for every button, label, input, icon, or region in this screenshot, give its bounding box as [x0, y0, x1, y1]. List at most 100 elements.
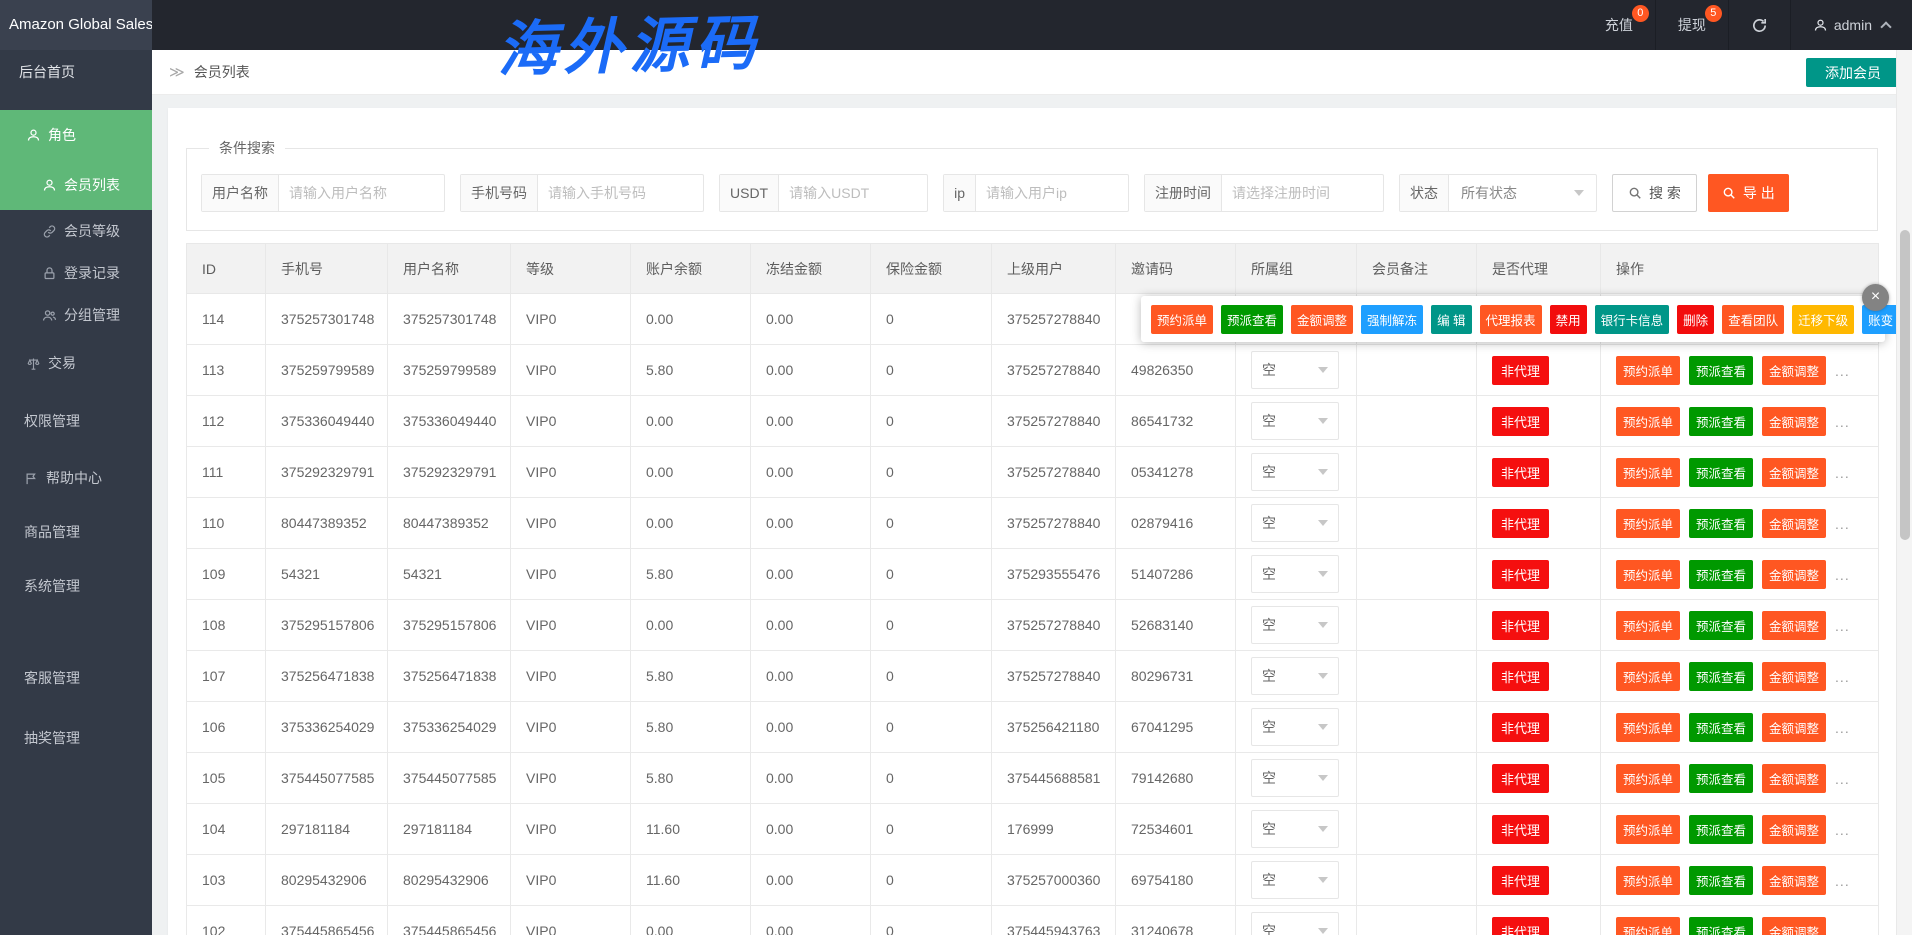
usdt-input[interactable] [779, 175, 927, 211]
sidebar-item-member-list[interactable]: 会员列表 [0, 160, 152, 210]
row-action-button[interactable]: 金额调整 [1762, 662, 1826, 691]
row-action-button[interactable]: 金额调整 [1762, 458, 1826, 487]
row-action-button[interactable]: 金额调整 [1762, 407, 1826, 436]
row-action-button[interactable]: 预约派单 [1616, 356, 1680, 385]
group-select[interactable]: 空 [1251, 657, 1339, 695]
row-action-button[interactable]: 预派查看 [1689, 407, 1753, 436]
username-input[interactable] [279, 175, 444, 211]
row-action-button[interactable]: 金额调整 [1762, 815, 1826, 844]
sidebar-item-customer-service[interactable]: 客服管理 [0, 657, 152, 699]
row-action-button[interactable]: 预派查看 [1689, 356, 1753, 385]
row-action-button[interactable]: 金额调整 [1762, 560, 1826, 589]
export-button[interactable]: 导 出 [1708, 174, 1789, 212]
more-actions-trigger[interactable]: ... [1835, 822, 1850, 838]
row-action-button[interactable]: 预派查看 [1689, 560, 1753, 589]
row-action-button[interactable]: 预派查看 [1689, 509, 1753, 538]
phone-input[interactable] [538, 175, 703, 211]
row-action-button[interactable]: 预约派单 [1616, 407, 1680, 436]
sidebar-item-lottery[interactable]: 抽奖管理 [0, 717, 152, 759]
group-select[interactable]: 空 [1251, 708, 1339, 746]
withdraw-menu[interactable]: 提现 5 [1655, 0, 1728, 50]
row-action-button[interactable]: 金额调整 [1762, 917, 1826, 935]
sidebar-item-system[interactable]: 系统管理 [0, 565, 152, 607]
more-actions-trigger[interactable]: ... [1835, 720, 1850, 736]
sidebar-item-help-center[interactable]: 帮助中心 [0, 457, 152, 499]
row-action-button[interactable]: 预约派单 [1616, 815, 1680, 844]
row-action-button[interactable]: 预派查看 [1689, 713, 1753, 742]
group-select[interactable]: 空 [1251, 810, 1339, 848]
row-action-button[interactable]: 预派查看 [1689, 611, 1753, 640]
row-action-button[interactable]: 预派查看 [1689, 917, 1753, 935]
scrollbar-thumb[interactable] [1900, 230, 1910, 540]
sidebar-item-transactions[interactable]: 交易 [0, 342, 152, 384]
row-action-button[interactable]: 金额调整 [1762, 713, 1826, 742]
sidebar-item-products[interactable]: 商品管理 [0, 511, 152, 553]
popup-action-button[interactable]: 删除 [1677, 305, 1714, 334]
more-actions-trigger[interactable]: ... [1835, 618, 1850, 634]
ip-input[interactable] [976, 175, 1128, 211]
refresh-button[interactable] [1728, 0, 1790, 50]
popup-action-button[interactable]: 金额调整 [1291, 305, 1353, 334]
popup-action-button[interactable]: 强制解冻 [1361, 305, 1423, 334]
group-select[interactable]: 空 [1251, 402, 1339, 440]
sidebar-item-group-management[interactable]: 分组管理 [0, 294, 152, 336]
more-actions-trigger[interactable]: ... [1835, 924, 1850, 935]
popup-action-button[interactable]: 银行卡信息 [1595, 305, 1670, 334]
group-select[interactable]: 空 [1251, 759, 1339, 797]
admin-menu[interactable]: admin [1790, 0, 1912, 50]
sidebar-item-dashboard[interactable]: 后台首页 [0, 50, 152, 95]
more-actions-trigger[interactable]: ... [1835, 414, 1850, 430]
more-actions-trigger[interactable]: ... [1835, 771, 1850, 787]
more-actions-trigger[interactable]: ... [1835, 669, 1850, 685]
row-action-button[interactable]: 预约派单 [1616, 560, 1680, 589]
row-action-button[interactable]: 预约派单 [1616, 713, 1680, 742]
row-action-button[interactable]: 预约派单 [1616, 662, 1680, 691]
row-action-button[interactable]: 预约派单 [1616, 611, 1680, 640]
group-select[interactable]: 空 [1251, 351, 1339, 389]
row-action-button[interactable]: 预派查看 [1689, 458, 1753, 487]
close-icon[interactable]: × [1862, 284, 1889, 311]
row-action-button[interactable]: 预约派单 [1616, 764, 1680, 793]
more-actions-trigger[interactable]: ... [1835, 567, 1850, 583]
popup-action-button[interactable]: 预派查看 [1221, 305, 1283, 334]
group-select[interactable]: 空 [1251, 606, 1339, 644]
status-filter[interactable]: 状态 所有状态 [1399, 174, 1597, 212]
row-action-button[interactable]: 金额调整 [1762, 764, 1826, 793]
row-action-button[interactable]: 预派查看 [1689, 815, 1753, 844]
more-actions-trigger[interactable]: ... [1835, 465, 1850, 481]
row-action-button[interactable]: 金额调整 [1762, 611, 1826, 640]
group-select[interactable]: 空 [1251, 912, 1339, 935]
group-select[interactable]: 空 [1251, 453, 1339, 491]
row-action-button[interactable]: 预派查看 [1689, 866, 1753, 895]
regtime-input[interactable] [1222, 175, 1383, 211]
add-member-button[interactable]: 添加会员 [1806, 58, 1900, 87]
search-button[interactable]: 搜 索 [1612, 174, 1697, 212]
row-action-button[interactable]: 预派查看 [1689, 662, 1753, 691]
row-action-button[interactable]: 金额调整 [1762, 356, 1826, 385]
row-action-button[interactable]: 预派查看 [1689, 764, 1753, 793]
row-action-button[interactable]: 金额调整 [1762, 509, 1826, 538]
more-actions-trigger[interactable]: ... [1835, 873, 1850, 889]
row-action-button[interactable]: 预约派单 [1616, 458, 1680, 487]
row-action-button[interactable]: 预约派单 [1616, 917, 1680, 935]
group-select[interactable]: 空 [1251, 555, 1339, 593]
recharge-menu[interactable]: 充值 0 [1583, 0, 1655, 50]
more-actions-trigger[interactable]: ... [1835, 516, 1850, 532]
row-action-button[interactable]: 预约派单 [1616, 866, 1680, 895]
popup-action-button[interactable]: 预约派单 [1151, 305, 1213, 334]
row-action-button[interactable]: 金额调整 [1762, 866, 1826, 895]
sidebar-item-login-records[interactable]: 登录记录 [0, 252, 152, 294]
more-actions-trigger[interactable]: ... [1835, 363, 1850, 379]
row-action-button[interactable]: 预约派单 [1616, 509, 1680, 538]
popup-action-button[interactable]: 编 辑 [1431, 305, 1471, 334]
group-select[interactable]: 空 [1251, 504, 1339, 542]
popup-action-button[interactable]: 禁用 [1550, 305, 1587, 334]
popup-action-button[interactable]: 查看团队 [1722, 305, 1784, 334]
popup-action-button[interactable]: 迁移下级 [1792, 305, 1854, 334]
group-select[interactable]: 空 [1251, 861, 1339, 899]
popup-action-button[interactable]: 代理报表 [1480, 305, 1542, 334]
sidebar-item-member-level[interactable]: 会员等级 [0, 210, 152, 252]
vertical-scrollbar[interactable] [1896, 50, 1912, 935]
sidebar-item-permissions[interactable]: 权限管理 [0, 400, 152, 442]
sidebar-item-roles[interactable]: 角色 [0, 110, 152, 160]
